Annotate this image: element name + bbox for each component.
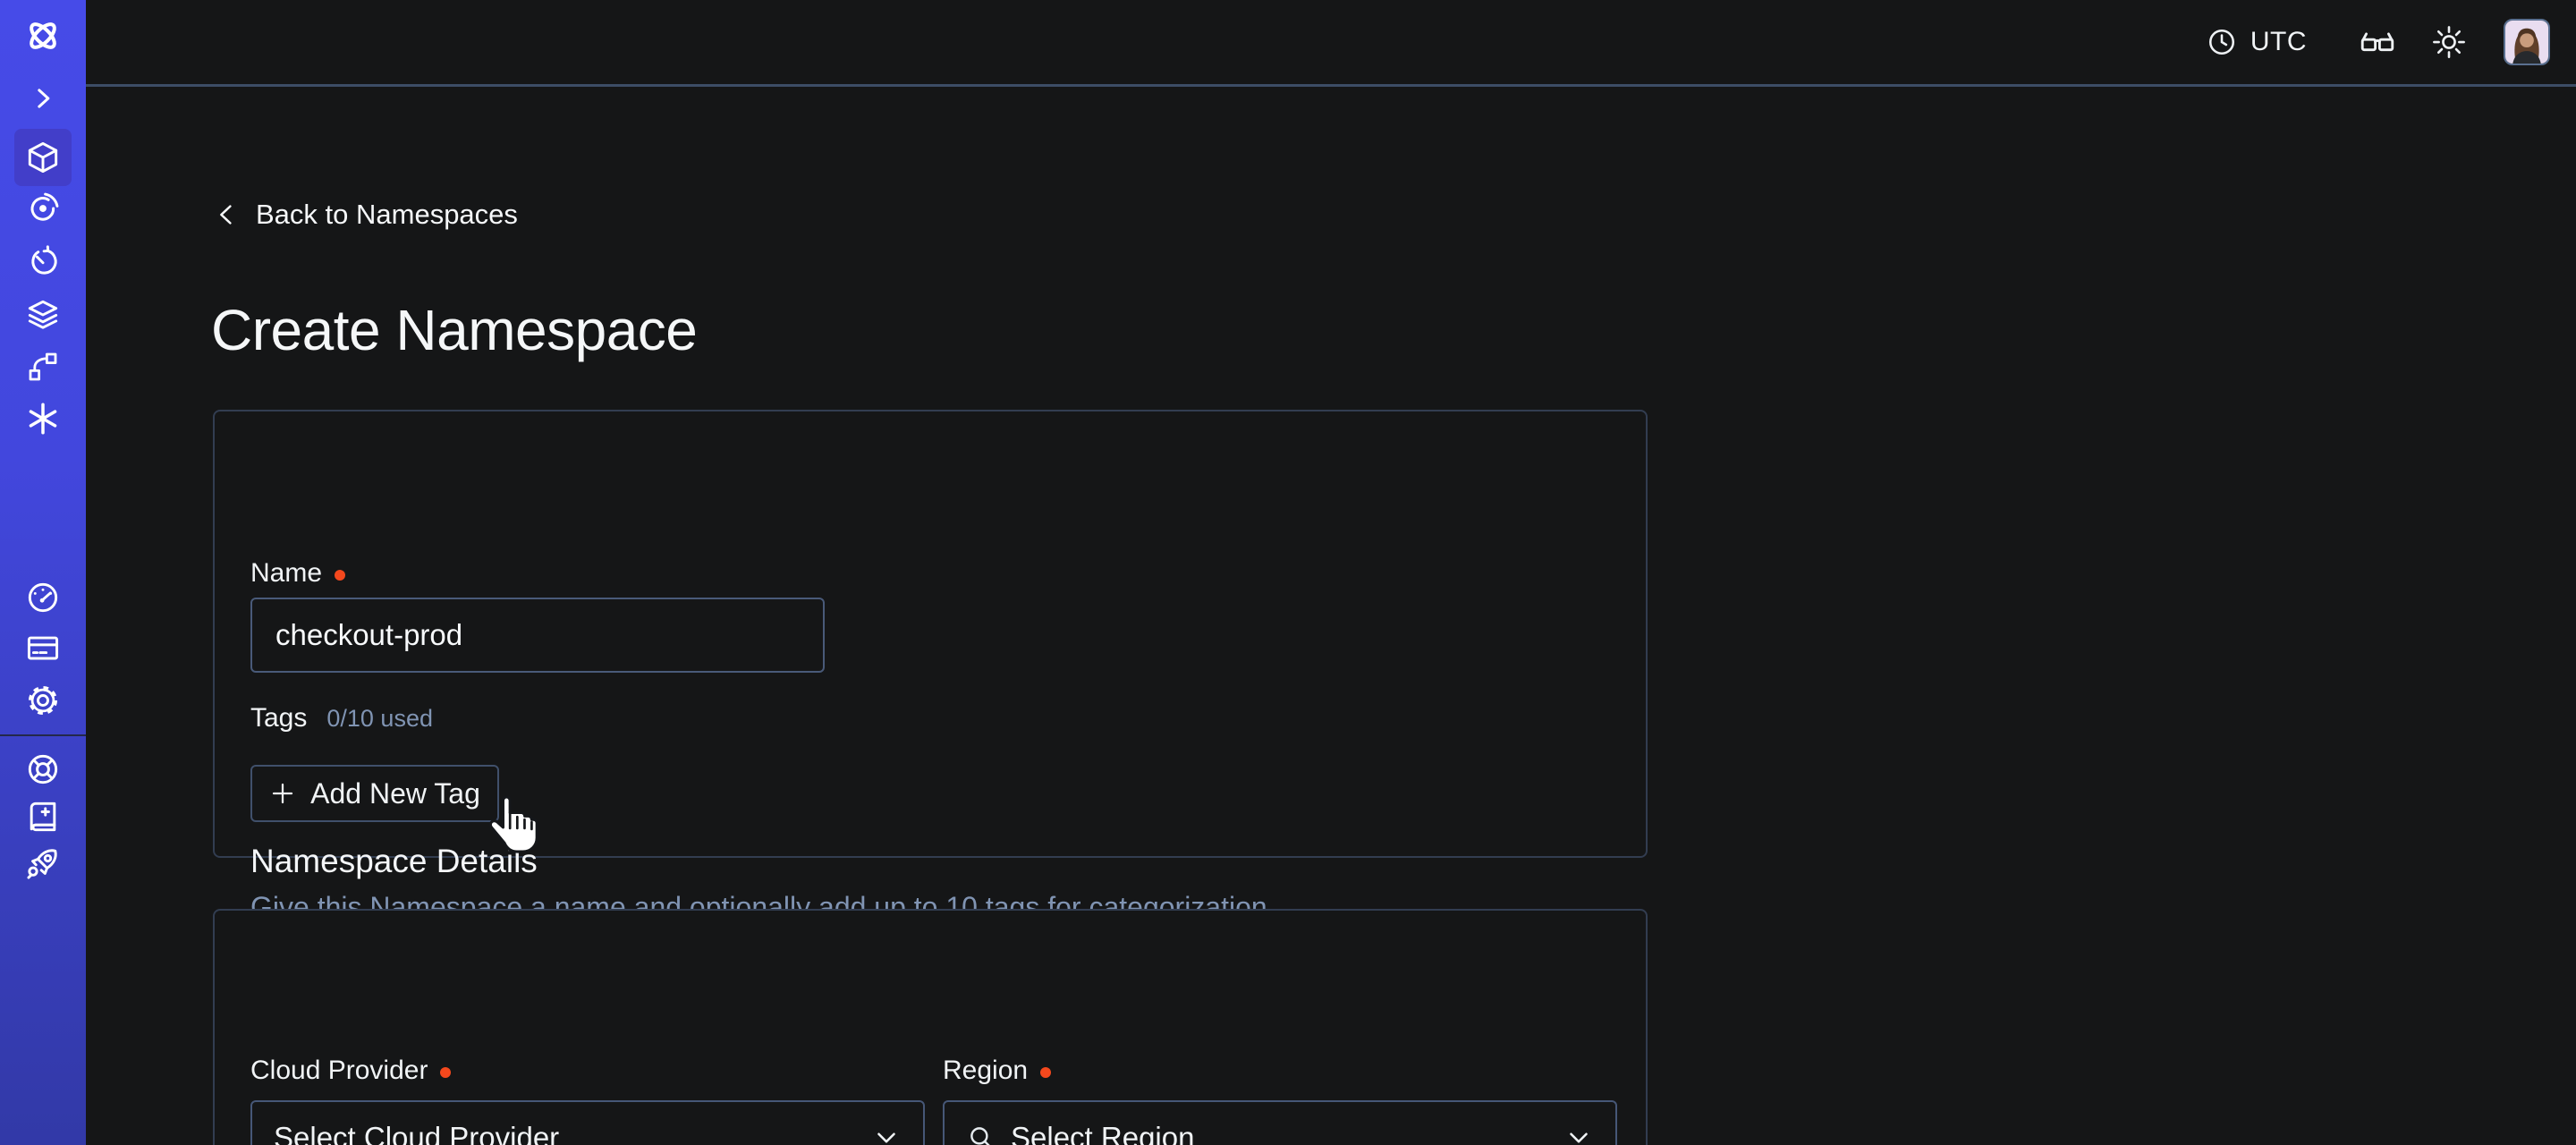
spiral-icon xyxy=(24,190,62,227)
mouse-cursor xyxy=(487,793,543,861)
tags-usage-counter: 0/10 used xyxy=(326,705,433,733)
theme-toggle-button[interactable] xyxy=(2430,23,2468,61)
plus-icon xyxy=(269,780,296,807)
rocket-icon xyxy=(23,844,63,883)
cloud-provider-label: Cloud Provider xyxy=(250,1056,451,1086)
gear-icon xyxy=(23,681,63,720)
readability-mode-button[interactable] xyxy=(2357,21,2398,63)
temporal-logo[interactable] xyxy=(0,7,86,64)
sidebar-divider xyxy=(0,734,86,736)
sidebar-item-batch-operations[interactable] xyxy=(0,338,86,395)
layers-icon xyxy=(23,295,63,335)
user-avatar[interactable] xyxy=(2504,19,2550,65)
timer-icon xyxy=(24,242,62,280)
sidebar-item-workflows[interactable] xyxy=(0,180,86,237)
add-new-tag-label: Add New Tag xyxy=(310,777,480,810)
sun-icon xyxy=(2430,23,2468,61)
cloud-provider-placeholder: Select Cloud Provider xyxy=(274,1121,857,1145)
regions-availability-card: Regions and Availability Select a Cloud … xyxy=(213,909,1648,1145)
chevron-left-icon xyxy=(213,199,240,230)
billing-card-icon xyxy=(23,629,63,668)
cube-icon xyxy=(23,138,63,177)
lifebuoy-icon xyxy=(23,750,63,789)
book-icon xyxy=(23,797,63,836)
sidebar-item-schedules[interactable] xyxy=(0,233,86,290)
gauge-icon xyxy=(23,578,63,617)
required-indicator xyxy=(1040,1067,1051,1078)
namespace-name-input[interactable] xyxy=(250,598,825,673)
sidebar-expand-button[interactable] xyxy=(0,70,86,127)
tags-label: Tags xyxy=(250,703,307,734)
chevron-right-icon xyxy=(25,81,61,116)
clock-icon xyxy=(2206,26,2238,58)
timezone-label: UTC xyxy=(2250,27,2307,57)
add-new-tag-button[interactable]: Add New Tag xyxy=(250,765,499,822)
sidebar-item-settings[interactable] xyxy=(0,672,86,729)
region-placeholder: Select Region xyxy=(1011,1121,1549,1145)
required-indicator xyxy=(335,570,345,581)
topbar: UTC xyxy=(86,0,2576,87)
chevron-down-icon xyxy=(1563,1123,1594,1145)
back-to-namespaces-link[interactable]: Back to Namespaces xyxy=(213,199,518,231)
name-label-text: Name xyxy=(250,558,322,589)
search-icon xyxy=(966,1123,996,1145)
required-indicator xyxy=(440,1067,451,1078)
temporal-logo-icon xyxy=(21,14,64,57)
sidebar-item-deployments[interactable] xyxy=(0,286,86,344)
branch-icon xyxy=(24,348,62,386)
back-link-label: Back to Namespaces xyxy=(256,199,518,231)
sidebar-item-nexus[interactable] xyxy=(0,390,86,447)
sidebar xyxy=(0,0,86,1145)
sidebar-item-namespaces[interactable] xyxy=(0,129,86,186)
namespace-details-card: Namespace Details Give this Namespace a … xyxy=(213,410,1648,858)
sidebar-item-billing[interactable] xyxy=(0,620,86,677)
sidebar-item-usage[interactable] xyxy=(0,569,86,626)
region-label: Region xyxy=(943,1056,1051,1086)
timezone-button[interactable]: UTC xyxy=(2206,26,2307,58)
chevron-down-icon xyxy=(871,1123,902,1145)
name-field-label: Name xyxy=(250,558,345,589)
page-title: Create Namespace xyxy=(211,297,697,363)
sidebar-item-getting-started[interactable] xyxy=(0,835,86,892)
cloud-provider-select[interactable]: Select Cloud Provider xyxy=(250,1100,925,1145)
cloud-provider-label-text: Cloud Provider xyxy=(250,1056,428,1086)
region-label-text: Region xyxy=(943,1056,1028,1086)
app-window: UTC xyxy=(0,0,2576,1145)
glasses-icon xyxy=(2357,21,2398,63)
avatar-photo xyxy=(2505,21,2548,64)
region-select[interactable]: Select Region xyxy=(943,1100,1617,1145)
asterisk-icon xyxy=(24,400,62,437)
tags-row: Tags 0/10 used xyxy=(250,703,433,734)
